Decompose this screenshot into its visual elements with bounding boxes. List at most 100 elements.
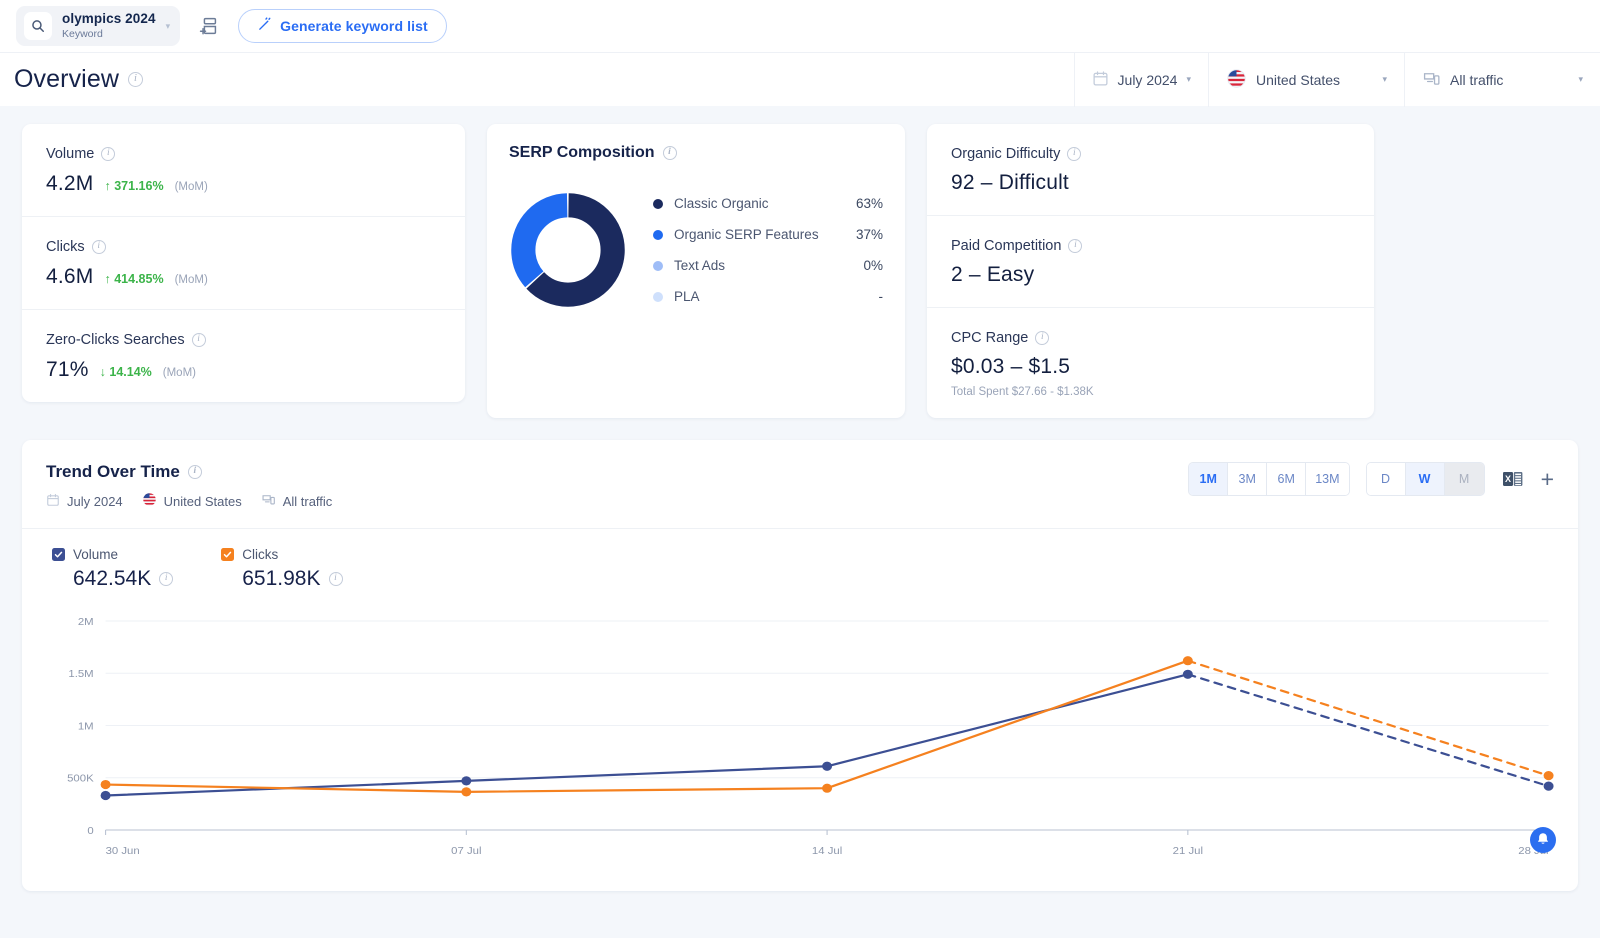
cpc-range-label: CPC Range	[951, 330, 1028, 346]
svg-text:X: X	[1505, 474, 1511, 484]
x-axis-tick-label: 14 Jul	[812, 845, 842, 857]
chart-gridlines	[106, 621, 1549, 830]
kpi-volume-value: 4.2M	[46, 172, 94, 196]
range-button-6m[interactable]: 6M	[1267, 463, 1306, 495]
country-filter-label: United States	[1256, 72, 1340, 88]
clicks-checkbox[interactable]	[221, 548, 234, 561]
metric-clicks: Clicks 651.98K i	[221, 547, 342, 591]
legend-value: 63%	[856, 196, 883, 211]
generate-keyword-list-button[interactable]: Generate keyword list	[238, 9, 447, 43]
keyword-value: olympics 2024	[62, 12, 156, 26]
info-icon[interactable]: i	[101, 147, 115, 161]
volume-metric-value: 642.54K	[73, 567, 151, 591]
legend-item: Text Ads 0%	[653, 250, 883, 281]
granularity-selector: D W M	[1366, 462, 1485, 496]
series-line-volume	[1188, 674, 1549, 786]
add-to-list-icon[interactable]	[194, 11, 224, 41]
legend-swatch-pla	[653, 292, 663, 302]
page-title-info-icon[interactable]: i	[128, 72, 143, 87]
country-filter[interactable]: United States ▾	[1208, 53, 1404, 107]
keyword-selector[interactable]: olympics 2024 Keyword ▾	[16, 6, 180, 46]
info-icon[interactable]: i	[663, 146, 677, 160]
kpi-volume: Volume i 4.2M ↑ 371.16% (MoM)	[22, 124, 465, 216]
info-icon[interactable]: i	[1035, 331, 1049, 345]
info-icon[interactable]: i	[1068, 239, 1082, 253]
header-filters: July 2024 ▾ United Stat	[1074, 53, 1600, 107]
us-flag-icon	[1226, 68, 1247, 92]
kpi-volume-delta: ↑ 371.16%	[105, 179, 164, 193]
date-filter[interactable]: July 2024 ▾	[1074, 53, 1208, 107]
bell-alert-icon[interactable]	[1528, 825, 1558, 855]
info-icon[interactable]: i	[329, 572, 343, 586]
legend-label: Organic SERP Features	[674, 227, 819, 242]
kpi-card: Volume i 4.2M ↑ 371.16% (MoM) Clicks i 4…	[22, 124, 465, 402]
trend-country-label: United States	[164, 494, 242, 509]
serp-donut-chart	[509, 191, 627, 309]
range-button-13m[interactable]: 13M	[1306, 463, 1348, 495]
kpi-volume-label: Volume	[46, 146, 94, 162]
kpi-clicks-period: (MoM)	[175, 274, 208, 286]
legend-label: Classic Organic	[674, 196, 769, 211]
trend-over-time-card: Trend Over Time i July 2024	[22, 440, 1578, 891]
cpc-range-value: $0.03 – $1.5	[951, 355, 1350, 379]
paid-competition-block: Paid Competition i 2 – Easy	[927, 215, 1374, 307]
x-axis-tick-label: 30 Jun	[106, 845, 140, 857]
kpi-zero-clicks-period: (MoM)	[163, 367, 196, 379]
legend-label: Text Ads	[674, 258, 725, 273]
y-axis-tick-label: 2M	[78, 616, 94, 628]
range-button-3m[interactable]: 3M	[1228, 463, 1267, 495]
legend-value: 37%	[856, 227, 883, 242]
granularity-button-m[interactable]: M	[1445, 463, 1484, 495]
serp-legend: Classic Organic 63% Organic SERP Feature…	[653, 188, 883, 312]
data-point	[1183, 670, 1193, 679]
plus-icon[interactable]: +	[1541, 468, 1554, 491]
serp-composition-card: SERP Composition i Classic Organic 63%	[487, 124, 905, 418]
info-icon[interactable]: i	[159, 572, 173, 586]
metric-volume: Volume 642.54K i	[52, 547, 173, 591]
cpc-total-spent: Total Spent $27.66 - $1.38K	[951, 386, 1350, 398]
granularity-button-d[interactable]: D	[1367, 463, 1406, 495]
page-title: Overview i	[14, 65, 143, 94]
range-selector: 1M 3M 6M 13M	[1188, 462, 1349, 496]
volume-checkbox[interactable]	[52, 548, 65, 561]
summary-cards-row: Volume i 4.2M ↑ 371.16% (MoM) Clicks i 4…	[22, 124, 1578, 418]
legend-value: -	[879, 289, 884, 304]
y-axis-tick-label: 1.5M	[68, 669, 93, 681]
info-icon[interactable]: i	[92, 240, 106, 254]
x-axis-tick-label: 21 Jul	[1173, 845, 1203, 857]
info-icon[interactable]: i	[1067, 147, 1081, 161]
chevron-down-icon: ▾	[1578, 74, 1583, 85]
kpi-zero-clicks-label: Zero-Clicks Searches	[46, 332, 185, 348]
kpi-zero-clicks-delta: ↓ 14.14%	[100, 365, 152, 379]
trend-traffic-label: All traffic	[283, 494, 333, 509]
chevron-down-icon[interactable]: ▾	[166, 21, 171, 32]
info-icon[interactable]: i	[188, 465, 202, 479]
range-button-1m[interactable]: 1M	[1189, 463, 1228, 495]
legend-swatch-text-ads	[653, 261, 663, 271]
serp-composition-title: SERP Composition	[509, 144, 655, 162]
page-title-text: Overview	[14, 65, 119, 94]
data-point	[822, 762, 832, 771]
paid-competition-value: 2 – Easy	[951, 263, 1350, 287]
us-flag-icon	[142, 492, 157, 510]
legend-label: PLA	[674, 289, 700, 304]
main-content: Volume i 4.2M ↑ 371.16% (MoM) Clicks i 4…	[0, 106, 1600, 891]
trend-date-label: July 2024	[67, 494, 123, 509]
page-header: Overview i July 2024 ▾	[0, 52, 1600, 106]
search-icon[interactable]	[24, 12, 52, 40]
trend-title-text: Trend Over Time	[46, 462, 180, 482]
data-point	[461, 776, 471, 785]
data-point-forecast	[1544, 771, 1554, 780]
date-filter-label: July 2024	[1118, 72, 1178, 88]
organic-difficulty-value: 92 – Difficult	[951, 171, 1350, 195]
traffic-filter-label: All traffic	[1450, 72, 1503, 88]
granularity-button-w[interactable]: W	[1406, 463, 1445, 495]
organic-difficulty-label: Organic Difficulty	[951, 146, 1060, 162]
info-icon[interactable]: i	[192, 333, 206, 347]
cpc-range-block: CPC Range i $0.03 – $1.5 Total Spent $27…	[927, 307, 1374, 418]
y-axis-tick-label: 0	[87, 825, 93, 837]
traffic-filter[interactable]: All traffic ▾	[1404, 53, 1600, 107]
paid-competition-label: Paid Competition	[951, 238, 1061, 254]
excel-export-icon[interactable]: X	[1501, 467, 1525, 491]
data-point	[101, 791, 111, 800]
